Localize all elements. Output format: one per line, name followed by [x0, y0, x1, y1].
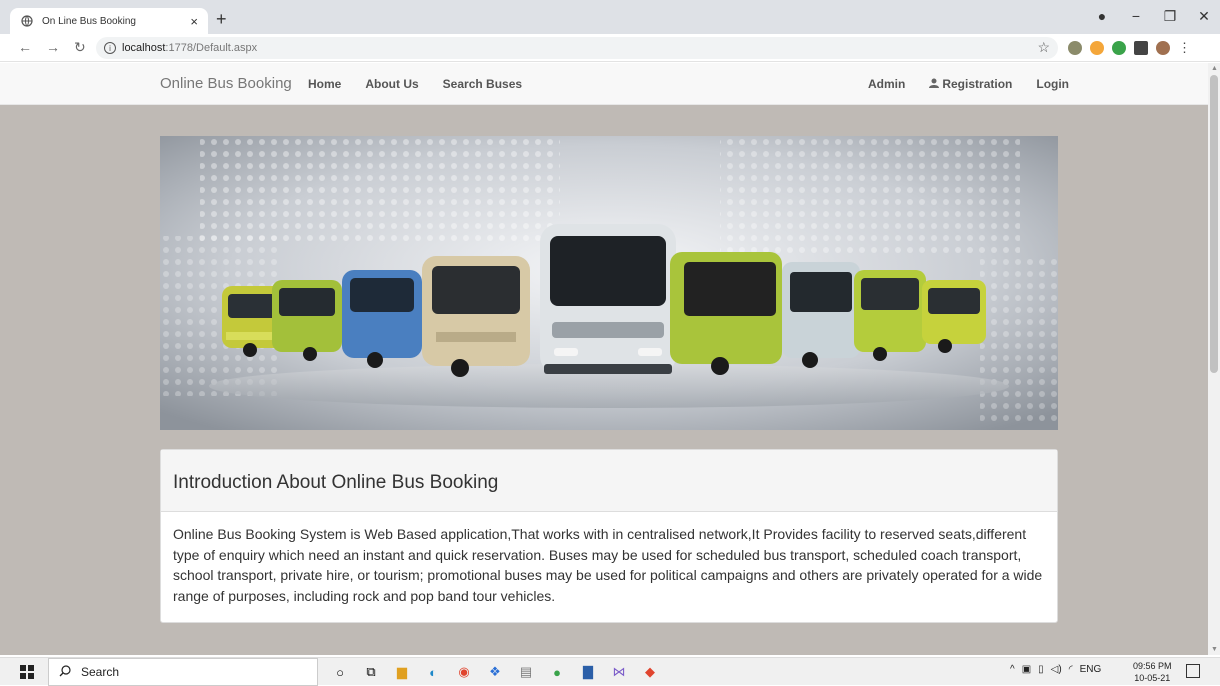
maximize-button[interactable]: ❐ [1153, 6, 1187, 26]
extension-icon[interactable] [1112, 41, 1126, 55]
hero-banner-image [160, 136, 1058, 430]
nav-links-right: Admin Registration Login [868, 77, 1069, 91]
notification-app-icon[interactable]: ● [547, 662, 567, 682]
scrollbar-thumb[interactable] [1210, 75, 1218, 373]
action-center-icon[interactable] [1186, 664, 1200, 678]
app-red-icon[interactable]: ◆ [640, 662, 660, 682]
page-scrollbar[interactable]: ▲ ▼ [1208, 63, 1220, 655]
site-navbar: Online Bus Booking Home About Us Search … [0, 63, 1208, 105]
new-tab-button[interactable]: + [216, 9, 227, 30]
browser-nav-buttons: ← → ↻ [18, 39, 86, 56]
address-bar-row: ← → ↻ i localhost :1778/Default.aspx ☆ ⋮ [0, 34, 1220, 62]
nav-search-buses-link[interactable]: Search Buses [443, 77, 522, 91]
panel-body-text: Online Bus Booking System is Web Based a… [173, 526, 1043, 604]
nav-registration-link[interactable]: Registration [929, 77, 1012, 91]
edge-icon[interactable]: ◐ [423, 662, 443, 682]
browser-tab-strip: On Line Bus Booking × + ● − ❐ ✕ [0, 0, 1220, 34]
site-info-icon[interactable]: i [104, 42, 116, 54]
url-host: localhost [122, 42, 166, 54]
file-explorer-icon[interactable]: ▆ [392, 662, 412, 682]
extensions-area: ⋮ [1068, 40, 1191, 56]
avatar[interactable] [1156, 41, 1170, 55]
taskbar-clock[interactable]: 09:56 PM 10-05-21 [1133, 660, 1172, 684]
puzzle-extensions-icon[interactable] [1134, 41, 1148, 55]
page-viewport: Online Bus Booking Home About Us Search … [0, 63, 1208, 655]
minimize-button[interactable]: − [1119, 6, 1153, 26]
bookmark-star-icon[interactable]: ☆ [1037, 39, 1050, 56]
clock-date: 10-05-21 [1134, 673, 1171, 683]
scroll-up-arrow-icon[interactable]: ▲ [1211, 65, 1218, 72]
nav-links-left: Home About Us Search Buses [308, 77, 522, 91]
windows-start-icon[interactable] [20, 665, 34, 679]
globe-icon [20, 14, 34, 28]
word-icon[interactable]: ▇ [578, 662, 598, 682]
user-icon [929, 77, 940, 91]
site-brand-link[interactable]: Online Bus Booking [160, 75, 292, 92]
tab-title: On Line Bus Booking [42, 15, 136, 27]
system-tray: ^ ▣ ▯ ◁) ◜ ENG [1010, 664, 1101, 675]
wifi-icon[interactable]: ◜ [1069, 664, 1073, 675]
registration-label: Registration [942, 77, 1013, 91]
windows-taskbar: Search ○ ⧉ ▆ ◐ ◉ ❖ ▤ ● ▇ ⋈ ◆ ^ ▣ ▯ ◁) ◜ … [0, 657, 1220, 686]
close-window-button[interactable]: ✕ [1187, 6, 1220, 26]
url-field[interactable]: i localhost :1778/Default.aspx ☆ [96, 37, 1058, 59]
forward-arrow-icon[interactable]: → [46, 39, 60, 56]
chevron-up-icon[interactable]: ^ [1010, 664, 1015, 675]
window-controls: ● − ❐ ✕ [1085, 6, 1220, 26]
intro-panel: Introduction About Online Bus Booking On… [160, 449, 1058, 623]
chrome-icon[interactable]: ◉ [454, 662, 474, 682]
extension-icon[interactable] [1090, 41, 1104, 55]
scroll-down-arrow-icon[interactable]: ▼ [1211, 646, 1218, 653]
kebab-menu-icon[interactable]: ⋮ [1178, 40, 1191, 56]
nav-admin-link[interactable]: Admin [868, 77, 905, 91]
reload-icon[interactable]: ↻ [74, 39, 86, 56]
nav-about-link[interactable]: About Us [365, 77, 418, 91]
visual-studio-icon[interactable]: ⋈ [609, 662, 629, 682]
tray-app-icon[interactable]: ▣ [1022, 664, 1031, 675]
taskbar-apps: ○ ⧉ ▆ ◐ ◉ ❖ ▤ ● ▇ ⋈ ◆ [330, 662, 660, 682]
search-icon [59, 664, 71, 680]
task-view-icon[interactable]: ⧉ [361, 662, 381, 682]
keyboard-app-icon[interactable]: ▤ [516, 662, 536, 682]
panel-heading: Introduction About Online Bus Booking [161, 450, 1057, 512]
extension-icon[interactable] [1068, 41, 1082, 55]
language-indicator[interactable]: ENG [1080, 664, 1102, 675]
taskbar-search-box[interactable]: Search [48, 658, 318, 686]
battery-icon[interactable]: ▯ [1038, 664, 1044, 675]
nav-home-link[interactable]: Home [308, 77, 341, 91]
browser-tab[interactable]: On Line Bus Booking × [10, 8, 208, 34]
nav-login-link[interactable]: Login [1036, 77, 1069, 91]
taskbar-search-label: Search [81, 665, 120, 679]
back-arrow-icon[interactable]: ← [18, 39, 32, 56]
cortana-icon[interactable]: ○ [330, 662, 350, 682]
clock-time: 09:56 PM [1133, 661, 1172, 671]
dropbox-icon[interactable]: ❖ [485, 662, 505, 682]
tab-close-icon[interactable]: × [190, 14, 198, 29]
url-path: :1778/Default.aspx [165, 42, 258, 54]
volume-icon[interactable]: ◁) [1051, 664, 1062, 675]
profile-icon[interactable]: ● [1085, 6, 1119, 26]
